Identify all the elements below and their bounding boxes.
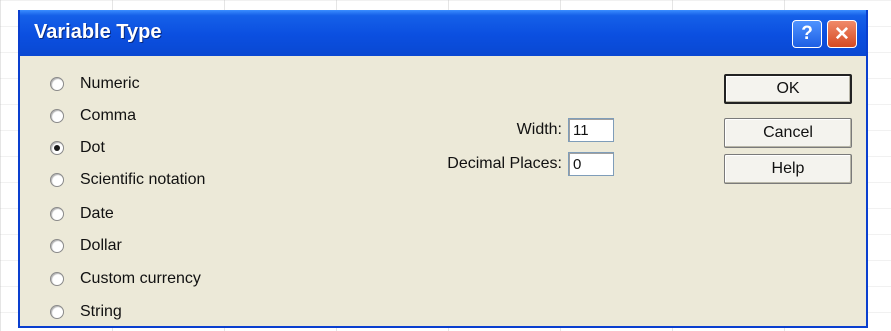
- radio-button[interactable]: [50, 77, 64, 91]
- radio-option-comma[interactable]: Comma: [50, 104, 136, 128]
- cancel-button[interactable]: Cancel: [724, 118, 852, 148]
- help-icon[interactable]: ?: [792, 20, 822, 48]
- radio-label: String: [80, 303, 122, 320]
- variable-type-dialog: Variable Type ? ✕ Numeric Comma Dot Scie…: [18, 10, 868, 328]
- radio-label: Scientific notation: [80, 171, 206, 188]
- radio-option-dollar[interactable]: Dollar: [50, 234, 122, 258]
- decimal-places-input[interactable]: [568, 152, 614, 176]
- radio-label: Date: [80, 205, 114, 222]
- radio-button[interactable]: [50, 207, 64, 221]
- radio-option-dot[interactable]: Dot: [50, 136, 105, 160]
- help-button[interactable]: Help: [724, 154, 852, 184]
- radio-label: Dot: [80, 139, 105, 156]
- width-label: Width:: [516, 121, 562, 138]
- radio-button-selected[interactable]: [50, 141, 64, 155]
- radio-button[interactable]: [50, 239, 64, 253]
- dialog-title: Variable Type: [34, 21, 162, 43]
- width-input[interactable]: [568, 118, 614, 142]
- radio-option-string[interactable]: String: [50, 300, 122, 324]
- radio-option-scientific-notation[interactable]: Scientific notation: [50, 168, 205, 192]
- radio-option-date[interactable]: Date: [50, 202, 114, 226]
- radio-button[interactable]: [50, 272, 64, 286]
- radio-label: Comma: [80, 107, 137, 124]
- ok-button[interactable]: OK: [724, 74, 852, 104]
- radio-label: Numeric: [80, 75, 140, 92]
- decimal-places-label: Decimal Places:: [447, 155, 562, 172]
- radio-option-custom-currency[interactable]: Custom currency: [50, 267, 201, 291]
- radio-option-numeric[interactable]: Numeric: [50, 72, 140, 96]
- title-bar[interactable]: Variable Type ? ✕: [20, 10, 866, 56]
- radio-label: Custom currency: [80, 270, 201, 287]
- radio-button[interactable]: [50, 173, 64, 187]
- radio-button[interactable]: [50, 305, 64, 319]
- radio-label: Dollar: [80, 237, 122, 254]
- radio-button[interactable]: [50, 109, 64, 123]
- close-icon[interactable]: ✕: [827, 20, 857, 48]
